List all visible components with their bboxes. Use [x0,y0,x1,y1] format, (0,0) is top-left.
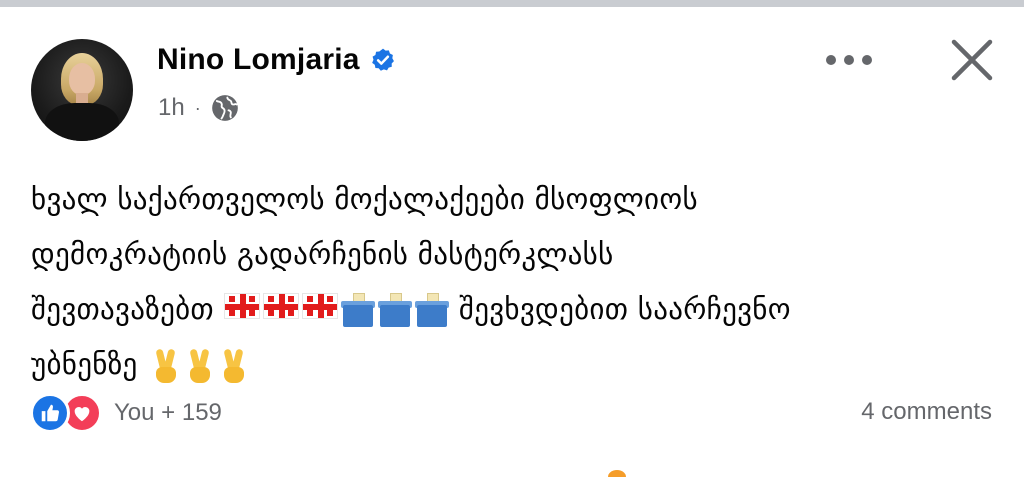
comments-count[interactable]: 4 comments [861,398,992,426]
post-line-4: უბნენზე [31,337,991,392]
partial-reaction-icon [608,470,626,477]
georgia-flag-icon [262,292,299,319]
avatar-face [69,63,95,95]
dot-icon [826,55,836,65]
victory-hand-icon [186,347,212,383]
post-line-2: დემოკრატიის გადარჩენის მასტერკლასს [31,237,614,271]
post-text: ხვალ საქართველოს მოქალაქეები მსოფლიოს დე… [31,172,991,392]
more-options-button[interactable] [826,50,876,70]
verified-badge-icon [371,48,394,71]
georgia-flag-icon [223,292,260,319]
dot-icon [862,55,872,65]
victory-emoji-row [152,347,246,383]
ballot-box-icon [414,292,449,327]
post-time[interactable]: 1h [158,94,185,122]
georgia-flag-icon [301,292,338,319]
dot-icon [844,55,854,65]
author-avatar[interactable] [31,39,133,141]
post-line-3: შევთავაზებთ შევხვდებით საარჩევნო [31,282,991,337]
globe-icon[interactable] [211,94,239,122]
post-meta: 1h · [158,94,239,122]
author-header: Nino Lomjaria [157,43,396,77]
ballot-box-icon [340,292,375,327]
ballot-box-icon [377,292,412,327]
post-line-3-start: შევთავაზებთ [31,292,214,326]
reactions-summary[interactable]: You + 159 [30,393,222,433]
post-line-1: ხვალ საქართველოს მოქალაქეები მსოფლიოს [31,182,698,216]
top-divider [0,0,1024,7]
avatar-body [45,103,119,141]
victory-hand-icon [220,347,246,383]
reaction-count[interactable]: You + 159 [114,399,222,427]
author-name[interactable]: Nino Lomjaria [157,43,360,77]
close-icon[interactable] [948,36,996,84]
meta-separator: · [194,97,201,118]
post-line-4-start: უბნენზე [31,347,138,381]
victory-hand-icon [152,347,178,383]
emoji-row [223,292,449,327]
like-reaction-icon [30,393,70,433]
post-line-3-end: შევხვდებით საარჩევნო [458,292,791,326]
